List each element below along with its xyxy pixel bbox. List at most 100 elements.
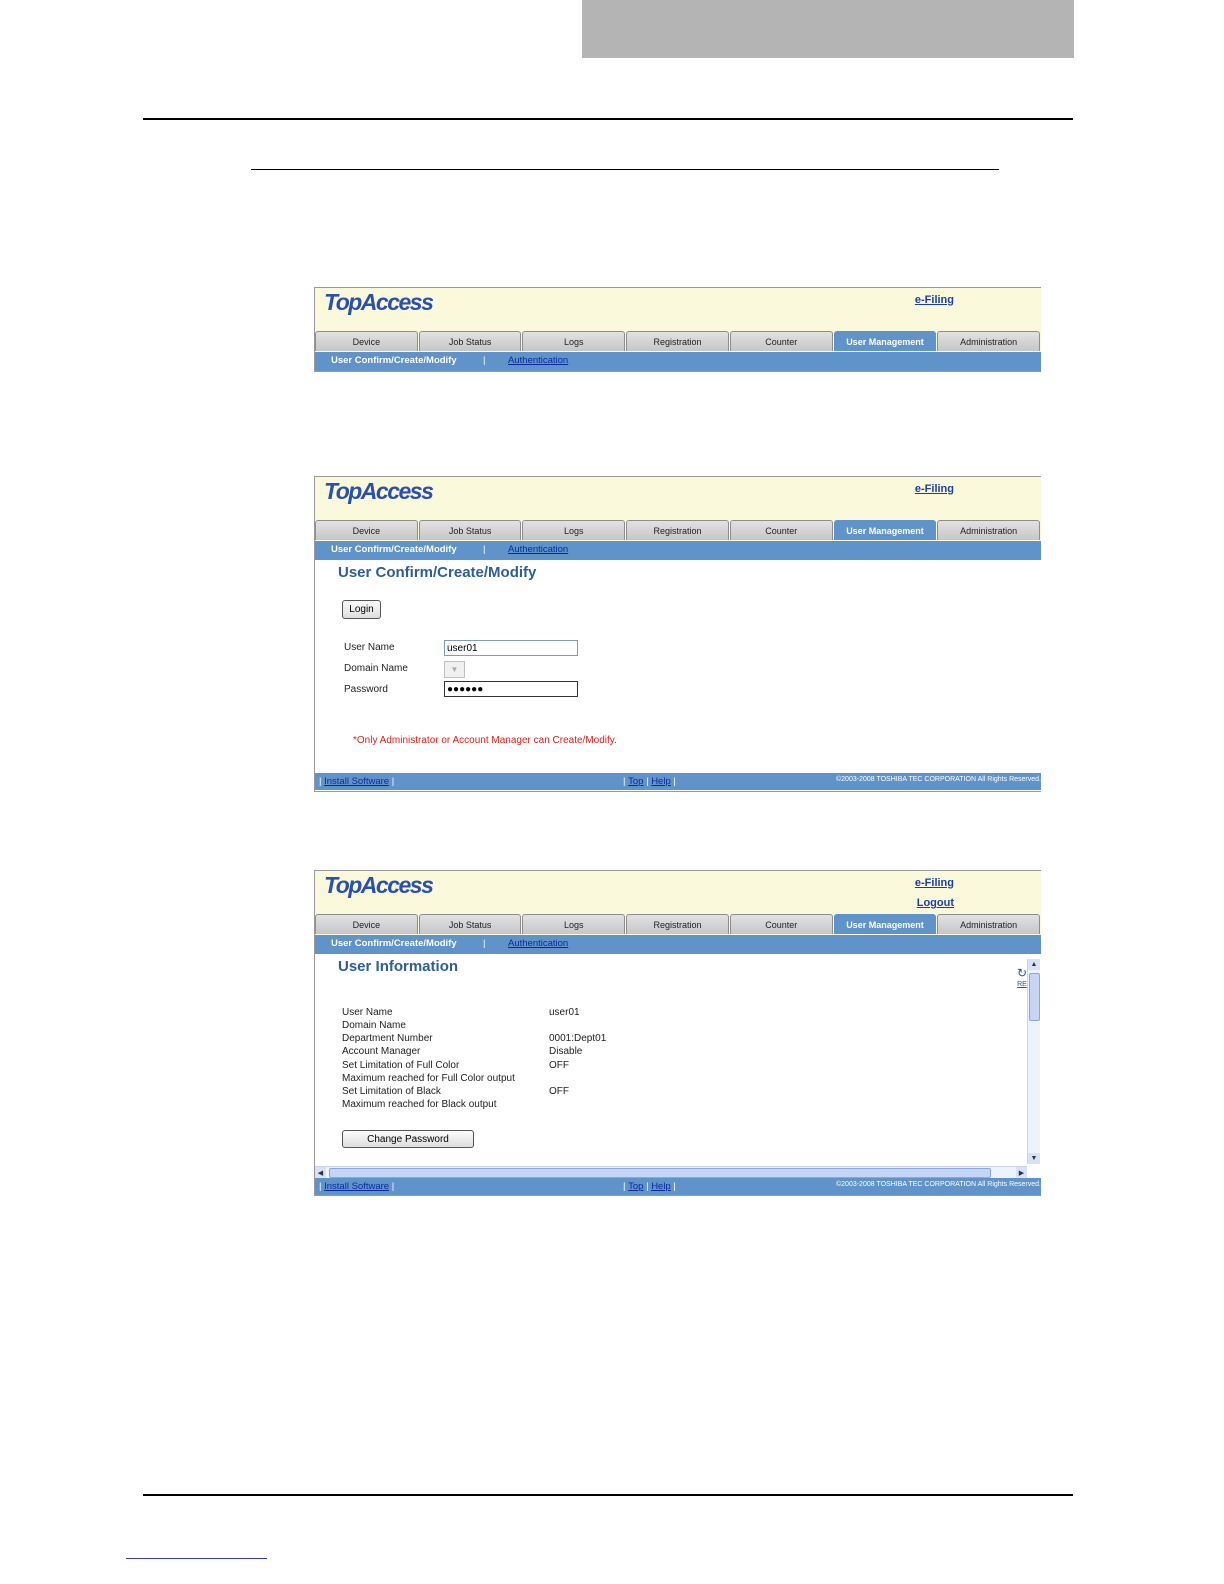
section-rule: [251, 169, 999, 170]
footer-pipe: |: [646, 776, 649, 787]
scroll-left-icon[interactable]: ◀: [315, 1167, 326, 1178]
footer-pipe: |: [319, 1181, 322, 1192]
permission-note: *Only Administrator or Account Manager c…: [353, 735, 617, 746]
domain-name-label: Domain Name: [344, 663, 408, 674]
tab-registration[interactable]: Registration: [626, 331, 729, 351]
scroll-down-icon[interactable]: ▼: [1028, 1153, 1040, 1164]
footer-pipe: |: [623, 776, 626, 787]
info-value: 0001:Dept01: [549, 1033, 607, 1044]
main-tabs: Device Job Status Logs Registration Coun…: [315, 914, 1041, 935]
authentication-link[interactable]: Authentication: [508, 938, 568, 949]
info-label: Domain Name: [342, 1020, 406, 1031]
tab-administration[interactable]: Administration: [937, 520, 1041, 540]
info-label: Set Limitation of Black: [342, 1086, 441, 1097]
screenshot-user-information: TopAccess e-Filing Logout Device Job Sta…: [314, 870, 1041, 1196]
efiling-link[interactable]: e-Filing: [915, 483, 954, 495]
copyright-text: ©2003-2008 TOSHIBA TEC CORPORATION All R…: [836, 1181, 1041, 1188]
main-tabs: Device Job Status Logs Registration Coun…: [315, 331, 1041, 352]
user-name-input[interactable]: user01: [444, 640, 578, 656]
efiling-link[interactable]: e-Filing: [915, 877, 954, 889]
topaccess-logo: TopAccess: [324, 478, 434, 504]
horizontal-scrollbar[interactable]: ◀ ▶: [315, 1166, 1027, 1178]
info-label: Account Manager: [342, 1046, 421, 1057]
tab-job-status[interactable]: Job Status: [418, 914, 522, 934]
page-title: User Confirm/Create/Modify: [338, 564, 537, 581]
top-link[interactable]: Top: [628, 1181, 643, 1192]
scroll-thumb[interactable]: [1029, 973, 1040, 1021]
sub-navigation: User Confirm/Create/Modify | Authenticat…: [315, 541, 1041, 560]
tab-registration[interactable]: Registration: [626, 520, 729, 540]
footer-pipe: |: [391, 1181, 395, 1192]
screenshot-user-management-tab: TopAccess e-Filing Device Job Status Log…: [314, 287, 1041, 372]
tab-device[interactable]: Device: [315, 914, 418, 934]
tab-counter[interactable]: Counter: [729, 331, 833, 351]
tab-registration[interactable]: Registration: [626, 914, 729, 934]
topaccess-banner: TopAccess e-Filing: [315, 477, 1041, 520]
tab-device[interactable]: Device: [315, 331, 418, 351]
subnav-current[interactable]: User Confirm/Create/Modify: [331, 355, 457, 366]
tab-device[interactable]: Device: [315, 520, 418, 540]
footer-mid: | Top | Help |: [623, 1181, 676, 1192]
footer-rule: [143, 1494, 1073, 1496]
tab-logs[interactable]: Logs: [522, 520, 626, 540]
screenshot-login-form: TopAccess e-Filing Device Job Status Log…: [314, 476, 1041, 792]
top-link[interactable]: Top: [628, 776, 643, 787]
scroll-right-icon[interactable]: ▶: [1016, 1167, 1027, 1178]
tab-counter[interactable]: Counter: [729, 520, 833, 540]
header-rule: [143, 118, 1073, 120]
footer-left: | Install Software |: [319, 1181, 394, 1192]
tab-administration[interactable]: Administration: [937, 331, 1041, 351]
info-label: Set Limitation of Full Color: [342, 1060, 460, 1071]
footer-left: | Install Software |: [319, 776, 394, 787]
subnav-separator: |: [483, 544, 486, 555]
footer-mid: | Top | Help |: [623, 776, 676, 787]
tab-job-status[interactable]: Job Status: [418, 520, 522, 540]
help-link[interactable]: Help: [651, 1181, 671, 1192]
sub-navigation: User Confirm/Create/Modify | Authenticat…: [315, 352, 1041, 371]
scroll-thumb[interactable]: [329, 1168, 991, 1178]
logout-link[interactable]: Logout: [917, 897, 954, 909]
domain-name-select[interactable]: ▼: [444, 661, 465, 678]
info-value: Disable: [549, 1046, 583, 1057]
scroll-up-icon[interactable]: ▲: [1028, 959, 1040, 970]
footer-pipe: |: [623, 1181, 626, 1192]
login-button[interactable]: Login: [342, 600, 381, 619]
help-link[interactable]: Help: [651, 776, 671, 787]
subnav-separator: |: [483, 938, 486, 949]
copyright-text: ©2003-2008 TOSHIBA TEC CORPORATION All R…: [836, 776, 1041, 783]
install-software-link[interactable]: Install Software: [324, 1181, 389, 1192]
vertical-scrollbar[interactable]: ▲ ▼: [1027, 959, 1040, 1164]
footer-pipe: |: [673, 776, 676, 787]
efiling-link[interactable]: e-Filing: [915, 294, 954, 306]
authentication-link[interactable]: Authentication: [508, 355, 568, 366]
authentication-link[interactable]: Authentication: [508, 544, 568, 555]
tab-counter[interactable]: Counter: [729, 914, 833, 934]
password-input[interactable]: ●●●●●●: [444, 681, 578, 697]
topaccess-banner: TopAccess e-Filing: [315, 288, 1041, 331]
change-password-button[interactable]: Change Password: [342, 1130, 474, 1148]
tab-user-management[interactable]: User Management: [833, 520, 937, 540]
user-name-label: User Name: [344, 642, 395, 653]
page-title: User Information: [338, 958, 459, 975]
info-value: OFF: [549, 1086, 569, 1097]
footnote-rule: [126, 1558, 267, 1559]
info-label: User Name: [342, 1007, 393, 1018]
refresh-label[interactable]: RE: [1017, 981, 1027, 988]
topaccess-logo: TopAccess: [324, 289, 434, 315]
info-value: user01: [549, 1007, 580, 1018]
page-footer: | Install Software | | Top | Help | ©200…: [315, 773, 1041, 790]
subnav-current[interactable]: User Confirm/Create/Modify: [331, 544, 457, 555]
tab-logs[interactable]: Logs: [522, 331, 626, 351]
info-value: OFF: [549, 1060, 569, 1071]
tab-logs[interactable]: Logs: [522, 914, 626, 934]
tab-job-status[interactable]: Job Status: [418, 331, 522, 351]
tab-user-management[interactable]: User Management: [833, 914, 937, 934]
tab-administration[interactable]: Administration: [937, 914, 1041, 934]
refresh-icon[interactable]: ↻ RE: [1017, 967, 1027, 989]
page-footer: | Install Software | | Top | Help | ©200…: [315, 1178, 1041, 1195]
info-label: Maximum reached for Black output: [342, 1099, 497, 1110]
topaccess-logo: TopAccess: [324, 872, 434, 898]
subnav-current[interactable]: User Confirm/Create/Modify: [331, 938, 457, 949]
install-software-link[interactable]: Install Software: [324, 776, 389, 787]
tab-user-management[interactable]: User Management: [833, 331, 937, 351]
